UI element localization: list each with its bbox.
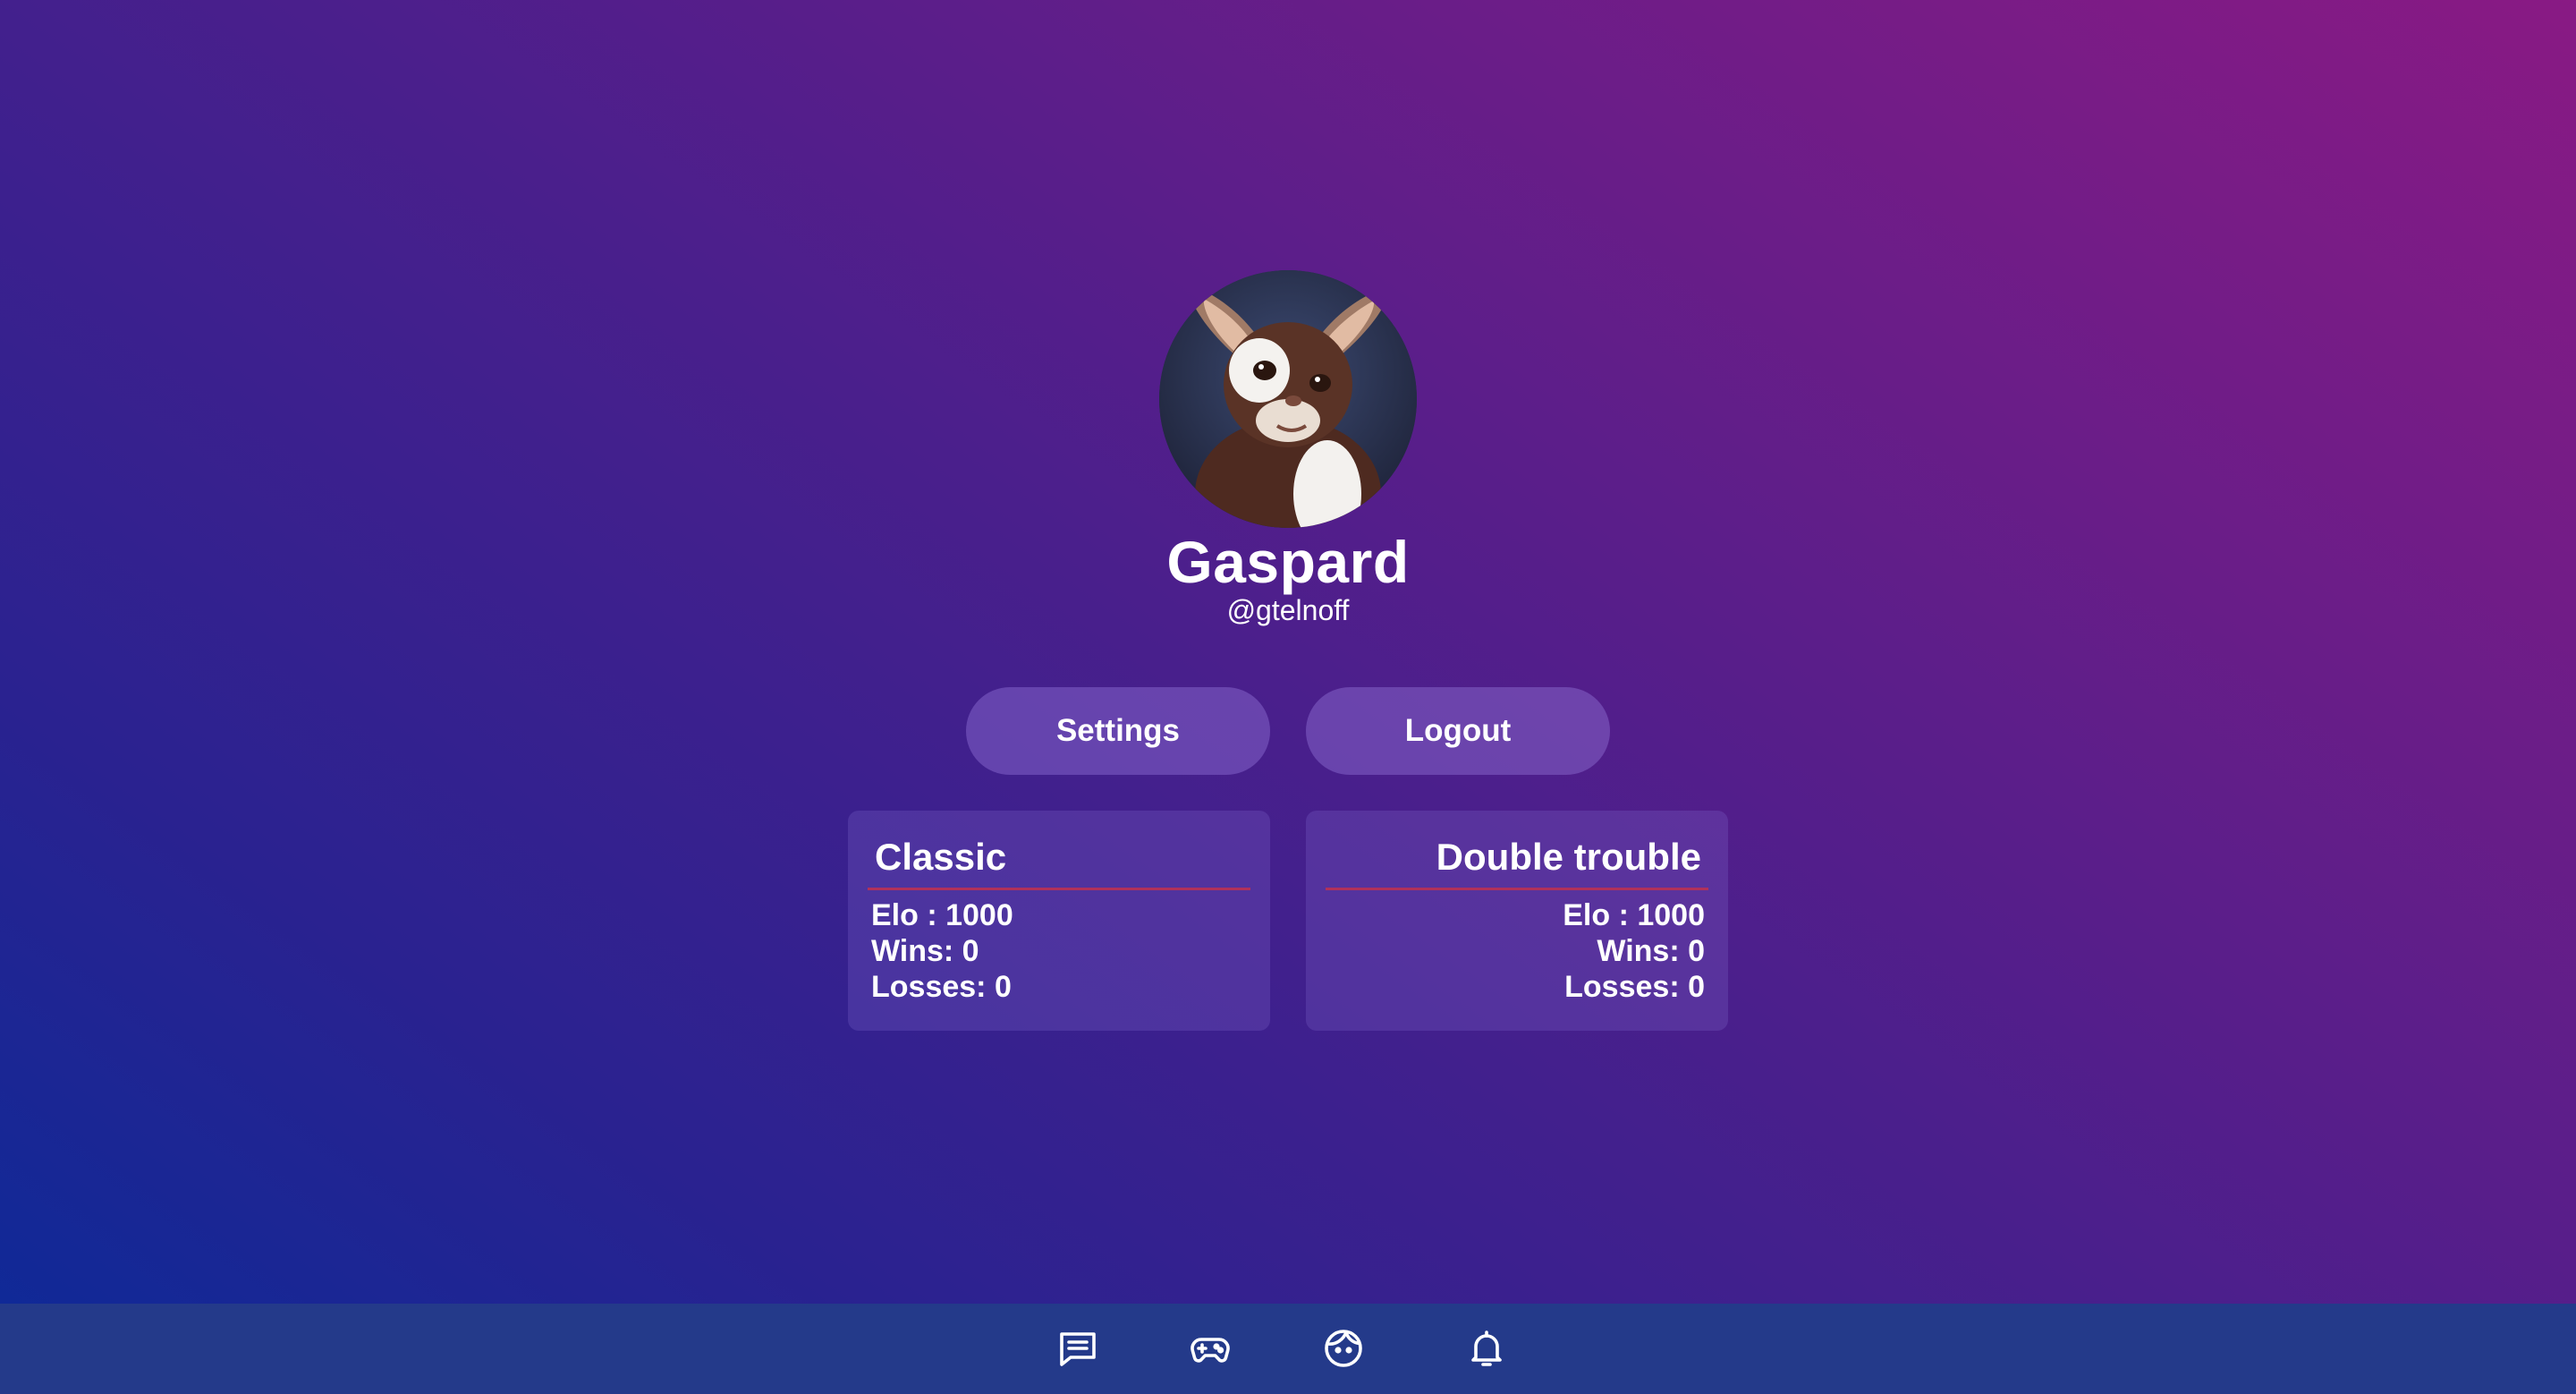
display-name: Gaspard xyxy=(1166,529,1410,595)
profile-face-icon[interactable] xyxy=(1318,1323,1368,1373)
bottom-nav xyxy=(0,1304,2576,1394)
stats-card-classic: Classic Elo : 1000 Wins: 0 Losses: 0 xyxy=(848,811,1270,1031)
card-title: Classic xyxy=(868,834,1250,890)
stats-card-double-trouble: Double trouble Elo : 1000 Wins: 0 Losses… xyxy=(1306,811,1728,1031)
card-stats: Elo : 1000 Wins: 0 Losses: 0 xyxy=(1326,890,1708,1005)
losses-stat: Losses: 0 xyxy=(871,970,1012,1004)
card-stats: Elo : 1000 Wins: 0 Losses: 0 xyxy=(868,890,1250,1005)
elo-stat: Elo : 1000 xyxy=(1563,898,1705,932)
chat-icon[interactable] xyxy=(1053,1323,1103,1373)
losses-stat: Losses: 0 xyxy=(1564,970,1705,1004)
profile-avatar xyxy=(1159,270,1417,528)
gizmo-avatar xyxy=(1159,270,1417,528)
logout-button[interactable]: Logout xyxy=(1306,687,1610,775)
wins-stat: Wins: 0 xyxy=(871,934,979,968)
wins-stat: Wins: 0 xyxy=(1597,934,1705,968)
gamepad-icon[interactable] xyxy=(1185,1323,1235,1373)
elo-stat: Elo : 1000 xyxy=(871,898,1013,932)
bell-icon[interactable] xyxy=(1462,1323,1512,1373)
card-title: Double trouble xyxy=(1326,834,1708,890)
settings-button[interactable]: Settings xyxy=(966,687,1270,775)
user-handle: @gtelnoff xyxy=(1226,594,1350,626)
